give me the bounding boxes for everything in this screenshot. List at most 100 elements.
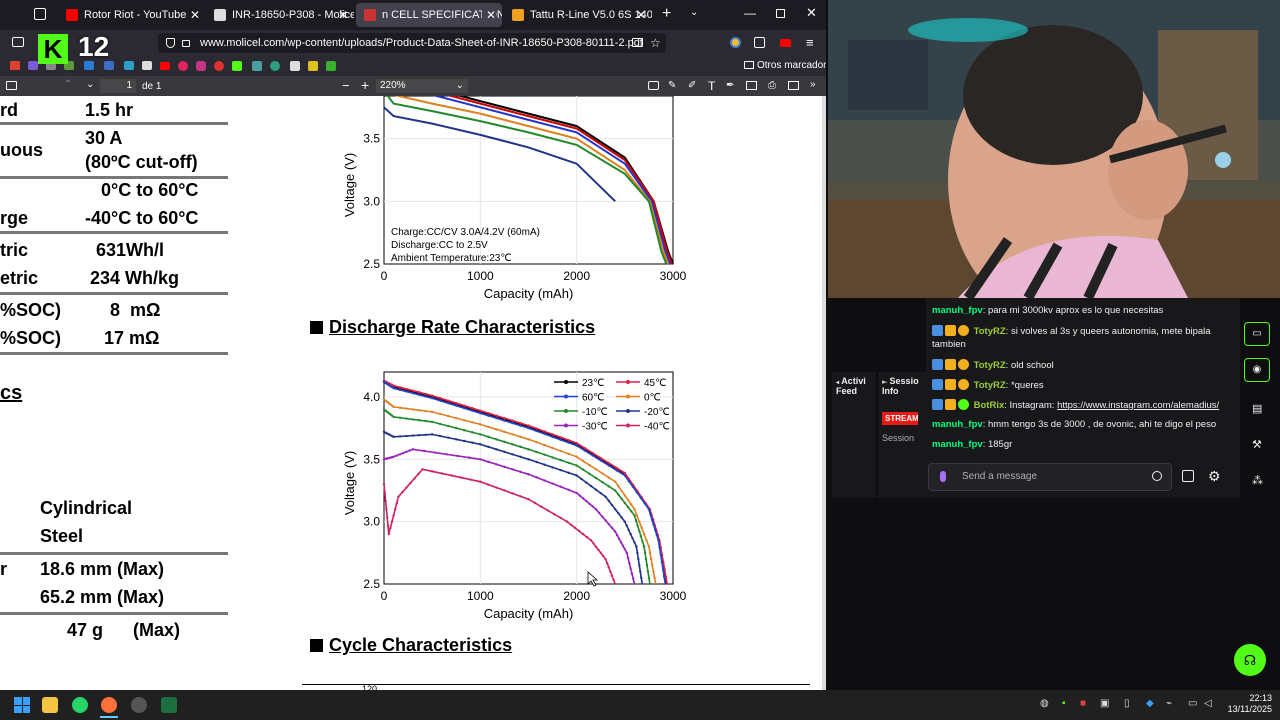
- close-tab-icon[interactable]: ✕: [338, 3, 348, 27]
- page-number-input[interactable]: 1: [100, 79, 136, 93]
- bookmark-icon[interactable]: [270, 61, 280, 71]
- bookmark-instagram-icon[interactable]: [196, 61, 206, 71]
- series-point: [551, 433, 554, 436]
- mic-icon[interactable]: [940, 471, 946, 482]
- next-page-icon[interactable]: ⌄: [86, 79, 94, 90]
- chat-username[interactable]: BotRix: [974, 400, 1005, 411]
- bookmark-star-icon[interactable]: ☆: [650, 33, 661, 53]
- chat-username[interactable]: TotyRZ: [974, 380, 1006, 391]
- series-point: [629, 532, 632, 536]
- series-point: [643, 502, 647, 505]
- whatsapp-icon[interactable]: [72, 697, 88, 713]
- bookmark-youtube-icon[interactable]: [160, 62, 170, 70]
- extensions-puzzle-icon[interactable]: [754, 37, 765, 48]
- chat-username[interactable]: manuh_fpv: [932, 419, 983, 430]
- bookmark-icon[interactable]: [252, 61, 262, 71]
- support-button[interactable]: ☊: [1234, 644, 1266, 676]
- more-tools-icon[interactable]: »: [810, 79, 816, 90]
- clock[interactable]: 22:13 13/11/2025: [1222, 693, 1272, 715]
- tab-overview-icon[interactable]: [34, 8, 46, 20]
- series-point: [418, 409, 421, 412]
- volume-icon[interactable]: ◁: [1204, 698, 1214, 710]
- store-icon[interactable]: [1182, 470, 1194, 482]
- close-window-button[interactable]: ✕: [806, 5, 817, 21]
- bookmark-icon[interactable]: [142, 61, 152, 70]
- bookmark-icon[interactable]: [290, 61, 300, 71]
- menu-icon[interactable]: ≡: [806, 35, 814, 50]
- tray-icon[interactable]: ■: [1080, 698, 1090, 710]
- bookmark-icon[interactable]: [124, 61, 134, 70]
- tray-icon[interactable]: ▯: [1124, 698, 1134, 710]
- chat-username[interactable]: manuh_fpv: [932, 305, 983, 316]
- activity-feed-label: Activi Feed: [836, 376, 866, 396]
- close-tab-icon[interactable]: ✕: [190, 3, 200, 27]
- tray-icon[interactable]: ◆: [1146, 698, 1156, 710]
- network-icon[interactable]: ▭: [1188, 698, 1198, 710]
- file-explorer-icon[interactable]: [42, 697, 58, 713]
- comment-icon[interactable]: [648, 81, 659, 90]
- app-icon[interactable]: [131, 697, 147, 713]
- bookmark-icon[interactable]: [326, 61, 336, 71]
- tab-tattu[interactable]: Tattu R-Line V5.0 6S 1400mAh ✕: [504, 3, 652, 27]
- side-tab-session-info[interactable]: ⇤ Sessio Info STREAM Session: [878, 372, 926, 498]
- bookmark-icon[interactable]: [28, 61, 38, 70]
- minimize-button[interactable]: —: [744, 6, 756, 20]
- tab-molicel[interactable]: INR-18650-P308 - Molicel ✕: [206, 3, 354, 27]
- pdf-sidebar-toggle-icon[interactable]: [6, 81, 17, 90]
- chat-link[interactable]: https://www.instagram.com/alemadius/: [1057, 400, 1219, 411]
- tray-icon[interactable]: ▪: [1062, 698, 1072, 710]
- lock-icon[interactable]: [182, 40, 190, 47]
- extension-icon[interactable]: [730, 37, 741, 48]
- image-icon[interactable]: [746, 81, 757, 90]
- bookmark-icon[interactable]: [178, 61, 188, 71]
- series-point: [578, 494, 582, 497]
- print-icon[interactable]: ⎙: [768, 80, 776, 91]
- text-icon[interactable]: T: [708, 79, 715, 93]
- signature-icon[interactable]: ✒: [726, 80, 734, 91]
- close-tab-icon[interactable]: ✕: [636, 3, 646, 27]
- tray-icon[interactable]: ▣: [1100, 698, 1110, 710]
- excel-icon[interactable]: [161, 697, 177, 713]
- side-tab-activity-feed[interactable]: ◂ Activi Feed: [832, 372, 876, 498]
- highlight-icon[interactable]: ✎: [668, 80, 676, 91]
- shield-icon[interactable]: [166, 38, 175, 48]
- firefox-icon[interactable]: [101, 697, 117, 713]
- save-icon[interactable]: [788, 81, 799, 90]
- series-point: [487, 483, 490, 486]
- close-tab-icon[interactable]: ✕: [481, 3, 496, 27]
- settings-gear-icon[interactable]: ⚙: [1208, 468, 1221, 485]
- draw-icon[interactable]: ✐: [688, 80, 696, 91]
- tab-cell-specifications[interactable]: n CELL SPECIFICATIONS - Produ ✕: [356, 3, 502, 27]
- sidebar-toggle-icon[interactable]: [12, 37, 24, 47]
- plot-frame: [383, 371, 674, 585]
- bookmark-icon[interactable]: [214, 61, 224, 71]
- reader-view-icon[interactable]: [632, 38, 643, 47]
- tab-youtube[interactable]: Rotor Riot - YouTube ✕: [58, 3, 206, 27]
- tray-icon[interactable]: ◍: [1040, 698, 1050, 710]
- chat-username[interactable]: TotyRZ: [974, 360, 1006, 371]
- series-point: [463, 404, 466, 407]
- chat-message: TotyRZ: *queres: [932, 379, 1272, 391]
- url-bar[interactable]: www.molicel.com/wp-content/uploads/Produ…: [158, 33, 666, 53]
- emoji-icon[interactable]: [1152, 471, 1162, 481]
- bookmark-kick-icon[interactable]: [232, 61, 242, 71]
- zoom-out-button[interactable]: −: [342, 78, 350, 93]
- series-point: [635, 491, 639, 494]
- apps-icon[interactable]: ⁂: [1252, 474, 1263, 487]
- tray-icon[interactable]: ⌁: [1166, 698, 1176, 710]
- series-point: [398, 416, 402, 419]
- youtube-extension-icon[interactable]: [780, 39, 791, 47]
- chat-username[interactable]: TotyRZ: [974, 326, 1006, 337]
- previous-page-icon[interactable]: ⌃: [64, 79, 72, 90]
- zoom-in-button[interactable]: +: [361, 77, 369, 93]
- start-button[interactable]: [14, 697, 30, 713]
- chat-username[interactable]: manuh_fpv: [932, 439, 983, 450]
- new-tab-button[interactable]: +: [662, 6, 671, 22]
- other-bookmarks[interactable]: Otros marcadores: [744, 60, 826, 71]
- zoom-select[interactable]: 220% ⌄: [376, 79, 468, 93]
- tab-list-chevron-icon[interactable]: ⌄: [690, 7, 698, 18]
- bookmark-gmail-icon[interactable]: [10, 61, 20, 70]
- bookmark-icon[interactable]: [308, 61, 318, 71]
- chat-input[interactable]: Send a message: [928, 463, 1172, 491]
- maximize-button[interactable]: [776, 9, 785, 18]
